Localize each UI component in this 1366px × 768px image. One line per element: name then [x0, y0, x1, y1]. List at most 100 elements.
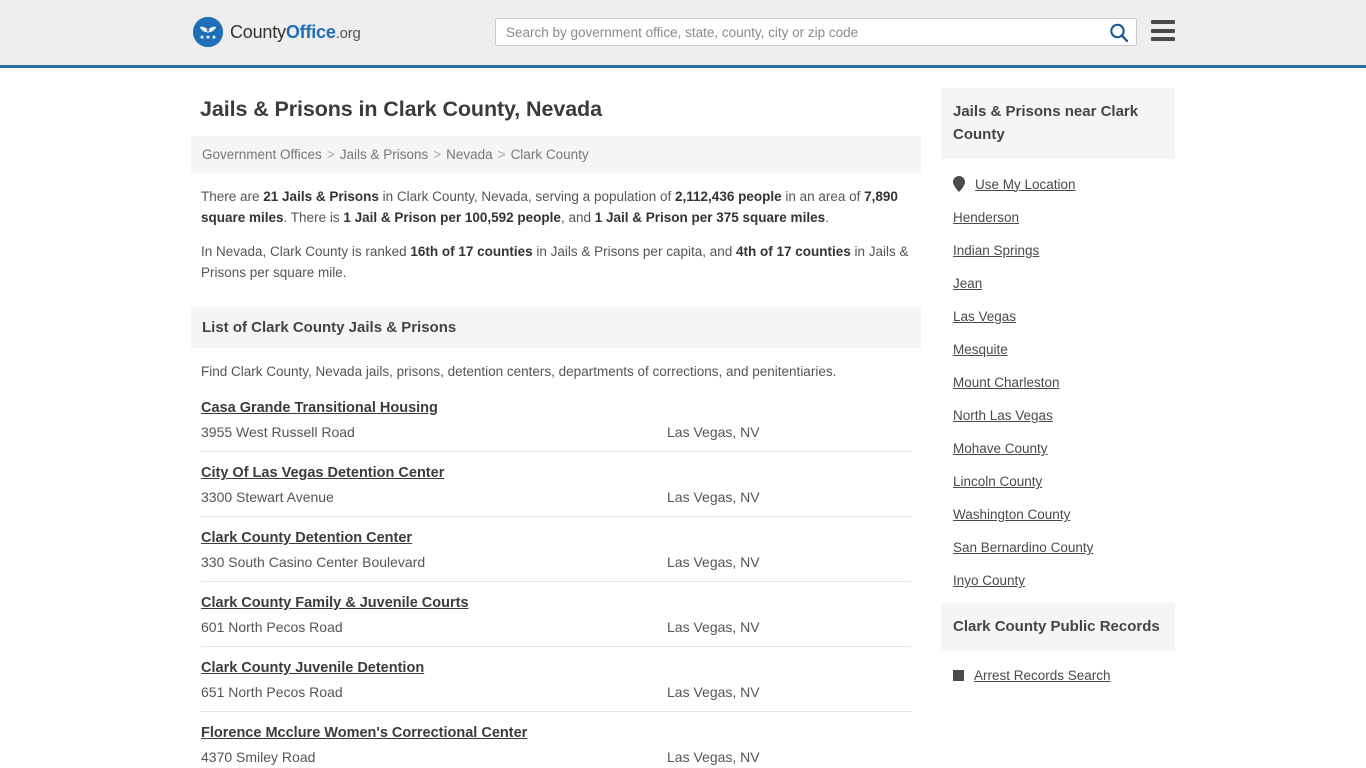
hamburger-menu-icon[interactable]	[1151, 20, 1175, 41]
hamburger-bar	[1151, 28, 1175, 33]
sidebar-nearby-item[interactable]: Las Vegas	[941, 300, 1175, 333]
intro-text: In Nevada, Clark County is ranked	[201, 244, 411, 259]
sidebar-nearby-link[interactable]: Henderson	[953, 210, 1019, 225]
table-row: Clark County Juvenile Detention 651 North…	[201, 647, 911, 712]
sidebar-nearby-link[interactable]: Jean	[953, 276, 982, 291]
intro-text: . There is	[283, 210, 344, 225]
site-logo-link[interactable]: CountyOffice.org	[193, 17, 361, 47]
intro-text: in Clark County, Nevada, serving a popul…	[378, 189, 676, 204]
sidebar-public-records-item[interactable]: Arrest Records Search	[941, 659, 1175, 692]
listing-left: Clark County Juvenile Detention 651 North…	[201, 659, 667, 700]
sidebar-nearby-link[interactable]: Lincoln County	[953, 474, 1042, 489]
intro-highlight: 4th of 17 counties	[736, 244, 851, 259]
listing-city: Las Vegas, NV	[667, 619, 760, 635]
sidebar-nearby-item[interactable]: Washington County	[941, 498, 1175, 531]
intro-paragraph-2: In Nevada, Clark County is ranked 16th o…	[201, 241, 911, 283]
sidebar-nearby-item[interactable]: Inyo County	[941, 564, 1175, 597]
listing-name-link[interactable]: Clark County Juvenile Detention	[201, 660, 424, 676]
sidebar-public-records-link[interactable]: Arrest Records Search	[974, 668, 1111, 683]
sidebar-nearby-links: Use My Location Henderson Indian Springs Je…	[941, 159, 1175, 603]
page-title: Jails & Prisons in Clark County, Nevada	[200, 97, 602, 121]
breadcrumb: Government Offices > Jails & Prisons > Nevad…	[191, 136, 921, 173]
breadcrumb-item[interactable]: Government Offices	[202, 147, 322, 162]
sidebar-nearby-link[interactable]: North Las Vegas	[953, 408, 1053, 423]
sidebar: Jails & Prisons near Clark County Use My…	[941, 88, 1175, 768]
list-section-description: Find Clark County, Nevada jails, prisons…	[201, 364, 837, 379]
search-button[interactable]	[1108, 22, 1130, 44]
main-column: Jails & Prisons in Clark County, Nevada …	[191, 88, 921, 768]
sidebar-nearby-item[interactable]: Lincoln County	[941, 465, 1175, 498]
table-row: Casa Grande Transitional Housing 3955 Wes…	[201, 387, 911, 452]
breadcrumb-item[interactable]: Clark County	[511, 147, 589, 162]
listing-address: 3300 Stewart Avenue	[201, 489, 334, 505]
intro-highlight: 21 Jails & Prisons	[263, 189, 379, 204]
listing-name-link[interactable]: Florence Mcclure Women's Correctional Ce…	[201, 725, 527, 741]
intro-highlight: 16th of 17 counties	[410, 244, 533, 259]
brand-name: CountyOffice.org	[230, 22, 361, 43]
sidebar-nearby-item[interactable]: Mount Charleston	[941, 366, 1175, 399]
breadcrumb-item[interactable]: Nevada	[446, 147, 493, 162]
sidebar-nearby-link[interactable]: Indian Springs	[953, 243, 1039, 258]
listing-name-link[interactable]: Clark County Family & Juvenile Courts	[201, 595, 469, 611]
sidebar-nearby-link[interactable]: Inyo County	[953, 573, 1025, 588]
site-header: CountyOffice.org	[0, 0, 1366, 68]
sidebar-use-my-location-label[interactable]: Use My Location	[975, 177, 1076, 192]
page-body: Jails & Prisons in Clark County, Nevada …	[0, 68, 1366, 768]
sidebar-nearby-item[interactable]: Henderson	[941, 201, 1175, 234]
sidebar-nearby-item[interactable]: North Las Vegas	[941, 399, 1175, 432]
sidebar-nearby-heading: Jails & Prisons near Clark County	[941, 88, 1175, 159]
intro-statistics: There are 21 Jails & Prisons in Clark Co…	[191, 173, 921, 298]
sidebar-nearby-link[interactable]: Mesquite	[953, 342, 1008, 357]
intro-text: in an area of	[781, 189, 865, 204]
breadcrumb-separator: >	[497, 147, 506, 162]
breadcrumb-item[interactable]: Jails & Prisons	[340, 147, 429, 162]
listing-left: Florence Mcclure Women's Correctional Ce…	[201, 724, 667, 765]
jails-prisons-list: Casa Grande Transitional Housing 3955 Wes…	[191, 387, 921, 768]
listing-city: Las Vegas, NV	[667, 424, 760, 440]
sidebar-nearby-item[interactable]: Mohave County	[941, 432, 1175, 465]
search-input[interactable]	[496, 19, 1096, 45]
listing-address: 4370 Smiley Road	[201, 749, 316, 765]
sidebar-nearby-item[interactable]: Jean	[941, 267, 1175, 300]
intro-highlight: 1 Jail & Prison per 375 square miles	[594, 210, 826, 225]
breadcrumb-separator: >	[326, 147, 335, 162]
sidebar-nearby-link[interactable]: Washington County	[953, 507, 1070, 522]
listing-left: City Of Las Vegas Detention Center 3300 S…	[201, 464, 667, 505]
sidebar-nearby-link[interactable]: San Bernardino County	[953, 540, 1093, 555]
content-container: Jails & Prisons in Clark County, Nevada …	[191, 88, 1175, 768]
sidebar-nearby-link[interactable]: Mohave County	[953, 441, 1048, 456]
intro-text: , and	[560, 210, 595, 225]
sidebar-public-records-heading: Clark County Public Records	[941, 603, 1175, 651]
sidebar-nearby-item[interactable]: Indian Springs	[941, 234, 1175, 267]
intro-text: .	[825, 210, 829, 225]
brand-part-tld: .org	[335, 24, 361, 42]
sidebar-nearby-link[interactable]: Mount Charleston	[953, 375, 1060, 390]
sidebar-nearby-item[interactable]: San Bernardino County	[941, 531, 1175, 564]
listing-name-link[interactable]: City Of Las Vegas Detention Center	[201, 465, 444, 481]
intro-text: in Jails & Prisons per capita, and	[532, 244, 736, 259]
sidebar-use-my-location[interactable]: Use My Location	[941, 167, 1175, 201]
listing-address: 3955 West Russell Road	[201, 424, 355, 440]
listing-city: Las Vegas, NV	[667, 489, 760, 505]
sidebar-nearby-link[interactable]: Las Vegas	[953, 309, 1016, 324]
sidebar-public-records-links: Arrest Records Search	[941, 651, 1175, 698]
sidebar-nearby-item[interactable]: Mesquite	[941, 333, 1175, 366]
list-section-heading: List of Clark County Jails & Prisons	[191, 307, 921, 348]
table-row: City Of Las Vegas Detention Center 3300 S…	[201, 452, 911, 517]
listing-city: Las Vegas, NV	[667, 749, 760, 765]
listing-name-link[interactable]: Casa Grande Transitional Housing	[201, 400, 438, 416]
listing-name-link[interactable]: Clark County Detention Center	[201, 530, 412, 546]
header-inner: CountyOffice.org	[0, 0, 1366, 65]
table-row: Clark County Family & Juvenile Courts 601…	[201, 582, 911, 647]
intro-text: There are	[201, 189, 264, 204]
map-pin-icon	[953, 176, 966, 192]
listing-address: 651 North Pecos Road	[201, 684, 343, 700]
listing-left: Clark County Detention Center 330 South C…	[201, 529, 667, 570]
table-row: Florence Mcclure Women's Correctional Ce…	[201, 712, 911, 768]
listing-city: Las Vegas, NV	[667, 554, 760, 570]
magnifier-icon	[1110, 23, 1129, 43]
hamburger-bar	[1151, 37, 1175, 41]
search-bar[interactable]	[495, 18, 1137, 46]
square-bullet-icon	[953, 670, 964, 681]
listing-left: Casa Grande Transitional Housing 3955 Wes…	[201, 399, 667, 440]
